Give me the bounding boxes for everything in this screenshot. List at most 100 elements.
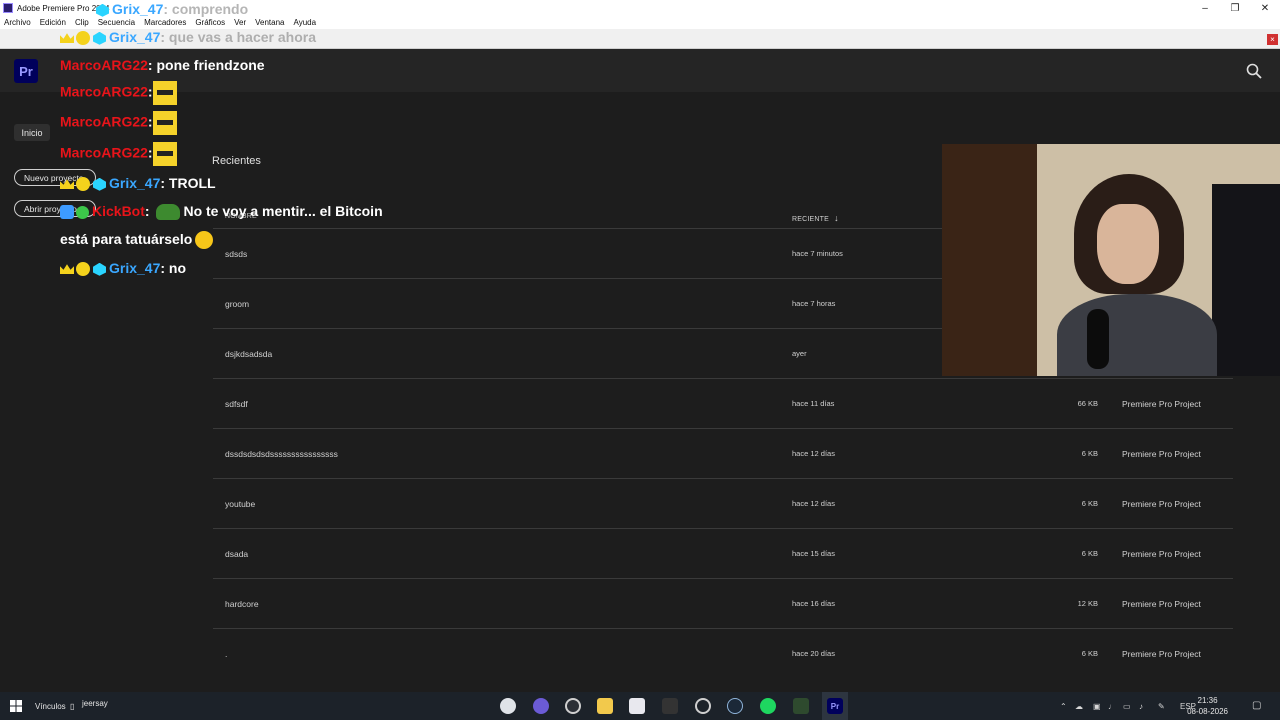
- menu-ventana[interactable]: Ventana: [255, 18, 284, 27]
- crown-badge-icon: [60, 264, 74, 275]
- premiere-app-icon: [3, 3, 13, 13]
- project-name: dsjkdsadsda: [225, 349, 273, 359]
- table-row[interactable]: hardcore hace 16 días 12 KB Premiere Pro…: [213, 578, 1233, 628]
- frog-emote-icon: [156, 204, 181, 221]
- recent-heading: Recientes: [212, 155, 261, 167]
- clock-time: 21:36: [1197, 696, 1218, 705]
- chat-message: : no: [160, 260, 187, 276]
- obs-icon[interactable]: [565, 698, 581, 714]
- project-size: 12 KB: [1077, 599, 1098, 608]
- tray-pen-icon[interactable]: ✎: [1158, 702, 1165, 711]
- taskbar: Vínculos ▯ jeersay Pr ⌃ ☁ ▣ ♩ ▭ ♪ ✎ ESP …: [0, 692, 1280, 720]
- menu-edicion[interactable]: Edición: [40, 18, 66, 27]
- chat-message: : comprendo: [163, 1, 249, 17]
- project-date: hace 11 días: [792, 399, 835, 408]
- chat-username: MarcoARG22: [60, 57, 148, 73]
- chat-line-continuation: está para tatuárselo: [60, 231, 214, 250]
- tray-device-icon[interactable]: ▣: [1093, 702, 1101, 711]
- chat-username: Grix_47: [109, 29, 161, 45]
- chrome-icon[interactable]: [500, 698, 516, 714]
- screen: Adobe Premiere Pro 2024 – ❐ ✕ Archivo Ed…: [0, 0, 1280, 720]
- project-date: hace 12 días: [792, 449, 835, 458]
- chat-line: MarcoARG22:: [60, 81, 177, 105]
- project-type: Premiere Pro Project: [1122, 649, 1201, 659]
- epic-games-icon[interactable]: [662, 698, 678, 714]
- project-date: hace 20 días: [792, 649, 835, 658]
- project-name: .: [225, 649, 228, 659]
- project-name: dsada: [225, 549, 249, 559]
- table-row[interactable]: . hace 20 días 6 KB Premiere Pro Project: [213, 628, 1233, 678]
- close-button[interactable]: ✕: [1250, 0, 1280, 16]
- menu-graficos[interactable]: Gráficos: [195, 18, 225, 27]
- chat-message-body: No te voy a mentir... el Bitcoin: [183, 203, 383, 219]
- nav-home[interactable]: Inicio: [14, 124, 50, 141]
- table-row[interactable]: youtube hace 12 días 6 KB Premiere Pro P…: [213, 478, 1233, 528]
- menu-clip[interactable]: Clip: [75, 18, 89, 27]
- chat-message-body: está para tatuárselo: [60, 231, 193, 247]
- taskbar-clock[interactable]: 21:36 08-08-2026: [1187, 695, 1228, 717]
- chat-username: Grix_47: [112, 1, 164, 17]
- project-date: hace 16 días: [792, 599, 835, 608]
- project-name: youtube: [225, 499, 256, 509]
- chat-username: Grix_47: [109, 175, 161, 191]
- notification-icon[interactable]: ▢: [1252, 700, 1261, 711]
- project-type: Premiere Pro Project: [1122, 449, 1201, 459]
- tray-mic-icon[interactable]: ♩: [1108, 702, 1116, 711]
- store-icon[interactable]: [629, 698, 645, 714]
- chat-line-ghost: Grix_47: comprendo: [96, 1, 248, 17]
- chat-username: MarcoARG22: [60, 144, 148, 161]
- file-explorer-icon[interactable]: [597, 698, 613, 714]
- project-date: ayer: [792, 349, 807, 358]
- table-row[interactable]: sdfsdf hace 11 días 66 KB Premiere Pro P…: [213, 378, 1233, 428]
- panel-close-icon[interactable]: ×: [1267, 34, 1278, 45]
- verified-badge-icon: [76, 205, 89, 219]
- chat-line: KickBot: No te voy a mentir... el Bitcoi…: [60, 203, 383, 221]
- minimize-button[interactable]: –: [1190, 0, 1220, 16]
- project-size: 6 KB: [1081, 499, 1098, 508]
- menu-archivo[interactable]: Archivo: [4, 18, 31, 27]
- app-icon[interactable]: [793, 698, 809, 714]
- coin-badge-icon: [76, 31, 90, 46]
- webcam-background-door: [942, 144, 1037, 376]
- webcam-overlay: [942, 144, 1280, 376]
- tray-network-icon[interactable]: ▭: [1123, 702, 1131, 711]
- premiere-taskbar-icon[interactable]: Pr: [827, 698, 843, 714]
- search-icon[interactable]: [1246, 63, 1262, 79]
- sunglasses-emote-icon: [152, 81, 177, 105]
- chat-line: MarcoARG22:: [60, 142, 177, 166]
- menu-ayuda[interactable]: Ayuda: [294, 18, 317, 27]
- table-row[interactable]: dssdsdsdsdssssssssssssssss hace 12 días …: [213, 428, 1233, 478]
- project-size: 6 KB: [1081, 449, 1098, 458]
- steam-icon[interactable]: [727, 698, 743, 714]
- coin-badge-icon: [76, 262, 90, 277]
- sunglasses-emote-icon: [152, 142, 177, 166]
- volume-icon[interactable]: ♪: [1139, 702, 1143, 711]
- tray-cloud-icon[interactable]: ☁: [1075, 702, 1083, 711]
- taskbar-links[interactable]: Vínculos: [35, 702, 66, 711]
- project-name: sdfsdf: [225, 399, 248, 409]
- chat-line: Grix_47: TROLL: [60, 175, 216, 192]
- column-recent-label: RECIENTE: [792, 216, 829, 223]
- project-date: hace 7 horas: [792, 299, 836, 308]
- chat-line: MarcoARG22:: [60, 111, 177, 135]
- project-type: Premiere Pro Project: [1122, 549, 1201, 559]
- crown-badge-icon: [60, 33, 74, 44]
- menu-marcadores[interactable]: Marcadores: [144, 18, 186, 27]
- project-type: Premiere Pro Project: [1122, 399, 1201, 409]
- menu-bar: Archivo Edición Clip Secuencia Marcadore…: [0, 16, 1280, 29]
- bot-badge-icon: [60, 205, 74, 220]
- menu-secuencia[interactable]: Secuencia: [98, 18, 135, 27]
- windows-start-icon[interactable]: [10, 700, 22, 712]
- chat-username: Grix_47: [109, 260, 161, 276]
- discord-icon[interactable]: [533, 698, 549, 714]
- taskbar-user-folder[interactable]: jeersay: [82, 699, 108, 708]
- project-size: 6 KB: [1081, 549, 1098, 558]
- tray-chevron-icon[interactable]: ⌃: [1060, 702, 1067, 711]
- maximize-button[interactable]: ❐: [1220, 0, 1250, 16]
- spotify-icon[interactable]: [760, 698, 776, 714]
- table-row[interactable]: dsada hace 15 días 6 KB Premiere Pro Pro…: [213, 528, 1233, 578]
- menu-ver[interactable]: Ver: [234, 18, 246, 27]
- app-icon[interactable]: [695, 698, 711, 714]
- chat-message: : pone friendzone: [147, 57, 265, 73]
- column-recent-header[interactable]: RECIENTE ↓: [792, 213, 839, 223]
